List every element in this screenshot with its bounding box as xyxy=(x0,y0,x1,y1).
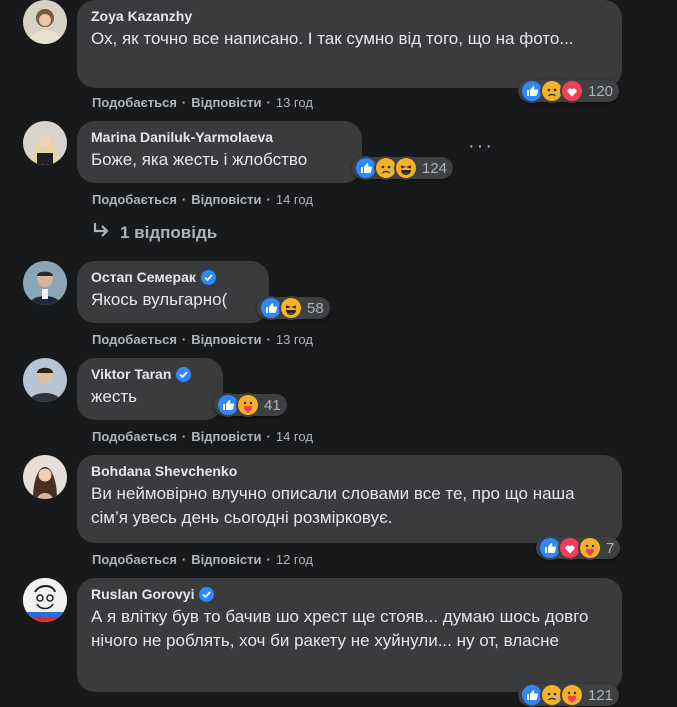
reply-button[interactable]: Відповісти xyxy=(191,429,261,444)
reply-button[interactable]: Відповісти xyxy=(191,552,261,567)
timestamp[interactable]: 14 год xyxy=(276,192,313,207)
reaction-count: 7 xyxy=(606,539,615,557)
reactions-summary[interactable]: 121 xyxy=(518,683,620,707)
haha-icon xyxy=(394,156,418,180)
like-button[interactable]: Подобається xyxy=(92,192,177,207)
comment-bubble: Bohdana Shevchenko Ви неймовірно влучно … xyxy=(77,455,622,543)
timestamp[interactable]: 13 год xyxy=(276,95,313,110)
reply-arrow-icon xyxy=(92,222,110,243)
love-icon xyxy=(560,79,584,103)
replies-label: 1 відповідь xyxy=(120,222,218,242)
like-button[interactable]: Подобається xyxy=(92,95,177,110)
comment-text: Ви неймовірно влучно описали словами все… xyxy=(91,484,575,527)
reply-button[interactable]: Відповісти xyxy=(191,332,261,347)
reactions-summary[interactable]: 120 xyxy=(518,79,620,103)
like-button[interactable]: Подобається xyxy=(92,332,177,347)
care-icon xyxy=(560,683,584,707)
comment-bubble: Marina Daniluk-Yarmolaeva Боже, яка жест… xyxy=(77,121,362,183)
more-icon[interactable]: ··· xyxy=(468,136,494,156)
comment-text: Якось вульгарно( xyxy=(91,290,228,309)
comment-text: А я влітку був то бачив шо хрест ще стоя… xyxy=(91,607,589,650)
separator: · xyxy=(266,429,271,444)
avatar[interactable] xyxy=(23,121,67,165)
comment-actions: Подобається · Відповісти · 14 год xyxy=(92,429,313,444)
author-name[interactable]: Viktor Taran xyxy=(91,365,209,383)
view-replies-link[interactable]: 1 відповідь xyxy=(92,222,217,243)
separator: · xyxy=(266,332,271,347)
reactions-summary[interactable]: 58 xyxy=(257,296,330,320)
comment-text: жесть xyxy=(91,387,137,406)
timestamp[interactable]: 14 год xyxy=(276,429,313,444)
comment-actions: Подобається · Відповісти · 12 год xyxy=(92,552,313,567)
reactions-summary[interactable]: 7 xyxy=(536,536,621,560)
avatar[interactable] xyxy=(23,261,67,305)
care-icon xyxy=(236,393,260,417)
separator: · xyxy=(266,552,271,567)
comment-actions: Подобається · Відповісти · 13 год xyxy=(92,95,313,110)
reply-button[interactable]: Відповісти xyxy=(191,192,261,207)
avatar[interactable] xyxy=(23,358,67,402)
comment-bubble: Zoya Kazanzhy Ох, як точно все написано.… xyxy=(77,0,622,88)
timestamp[interactable]: 12 год xyxy=(276,552,313,567)
reply-button[interactable]: Відповісти xyxy=(191,95,261,110)
comment-bubble: Viktor Taran жесть xyxy=(77,358,223,420)
reactions-summary[interactable]: 124 xyxy=(352,156,454,180)
separator: · xyxy=(181,429,187,444)
reaction-count: 58 xyxy=(307,299,324,317)
like-button[interactable]: Подобається xyxy=(92,552,177,567)
verified-icon xyxy=(176,366,192,382)
author-name[interactable]: Zoya Kazanzhy xyxy=(91,7,608,25)
author-name[interactable]: Bohdana Shevchenko xyxy=(91,462,608,480)
separator: · xyxy=(181,95,187,110)
separator: · xyxy=(181,332,187,347)
like-button[interactable]: Подобається xyxy=(92,429,177,444)
avatar[interactable] xyxy=(23,455,67,499)
reaction-count: 121 xyxy=(588,686,614,704)
reactions-summary[interactable]: 41 xyxy=(214,393,287,417)
avatar[interactable] xyxy=(23,0,67,44)
care-icon xyxy=(578,536,602,560)
separator: · xyxy=(266,95,271,110)
author-name[interactable]: Остап Семерак xyxy=(91,268,255,286)
comment-actions: Подобається · Відповісти · 13 год xyxy=(92,332,313,347)
verified-icon xyxy=(199,586,215,602)
timestamp[interactable]: 13 год xyxy=(276,332,313,347)
avatar[interactable] xyxy=(23,578,67,622)
comment-text: Боже, яка жесть і жлобство xyxy=(91,150,308,169)
separator: · xyxy=(181,192,187,207)
reaction-count: 41 xyxy=(264,396,281,414)
separator: · xyxy=(266,192,271,207)
comment-actions: Подобається · Відповісти · 14 год xyxy=(92,192,313,207)
reaction-count: 124 xyxy=(422,159,448,177)
verified-icon xyxy=(200,269,216,285)
reaction-count: 120 xyxy=(588,82,614,100)
author-name[interactable]: Ruslan Gorovyi xyxy=(91,585,608,603)
haha-icon xyxy=(279,296,303,320)
author-name[interactable]: Marina Daniluk-Yarmolaeva xyxy=(91,128,348,146)
comment-bubble: Остап Семерак Якось вульгарно( xyxy=(77,261,269,323)
comment-bubble: Ruslan Gorovyi А я влітку був то бачив ш… xyxy=(77,578,622,692)
separator: · xyxy=(181,552,187,567)
comment-text: Ох, як точно все написано. І так сумно в… xyxy=(91,29,574,48)
